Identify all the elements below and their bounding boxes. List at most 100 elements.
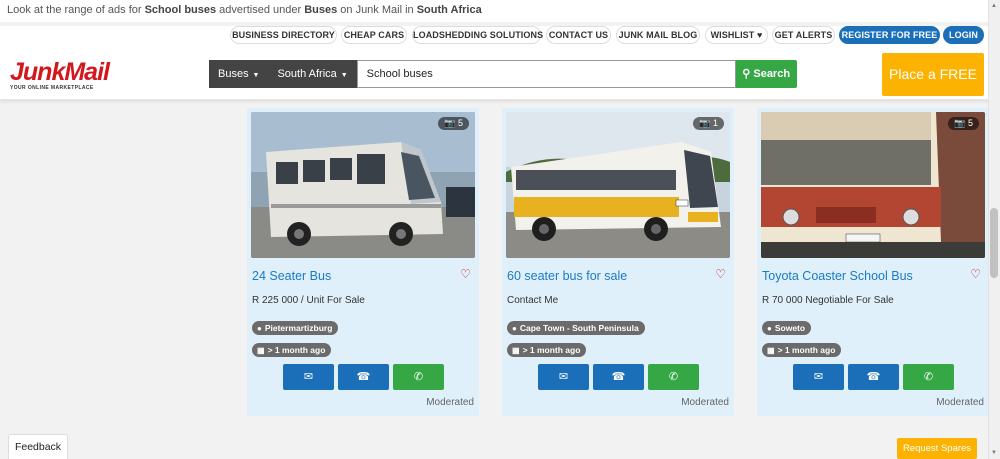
photo-count-badge: 📷 5 [948,117,979,130]
cheap-cars-link[interactable]: CHEAP CARS [341,26,407,44]
listing-photo[interactable]: 📷 5 [251,112,475,258]
junk-mail-blog-link[interactable]: JUNK MAIL BLOG [616,26,700,44]
whatsapp-button[interactable]: ✆ [648,364,699,390]
scroll-up-icon[interactable]: ▲ [990,3,998,9]
search-button-label: Search [753,68,791,80]
summary-query: School buses [144,4,217,16]
listing-card[interactable]: 📷 1 60 seater bus for sale ♡ Contact Me … [502,108,734,416]
heart-icon[interactable]: ♡ [715,267,726,281]
category-dropdown[interactable]: Buses ▼ [209,60,269,88]
location-badge: ● Cape Town - South Peninsula [507,321,645,335]
photo-count-badge: 📷 5 [438,117,469,130]
age-text: > 1 month ago [777,345,836,355]
search-bar: Buses ▼ South Africa ▼ School buses ⚲ Se… [209,60,797,88]
bus-image [251,112,475,258]
location-text: Soweto [774,323,806,333]
search-button[interactable]: ⚲ Search [735,60,797,88]
page-scrollbar[interactable]: ▲ ▼ [988,0,1000,459]
email-button[interactable]: ✉ [793,364,844,390]
age-text: > 1 month ago [267,345,326,355]
listing-title[interactable]: Toyota Coaster School Bus [762,269,913,283]
photo-count-badge: 📷 1 [693,117,724,130]
get-alerts-link[interactable]: GET ALERTS [772,26,835,44]
summary-region: South Africa [416,4,482,16]
calendar-icon: ▦ [257,346,265,355]
photo-count: 5 [967,118,973,128]
scroll-down-icon[interactable]: ▼ [990,450,998,456]
junkmail-logo[interactable]: JunkMail YOUR ONLINE MARKETPLACE [10,58,110,92]
whatsapp-icon: ✆ [668,371,679,383]
email-button[interactable]: ✉ [538,364,589,390]
scrollbar-thumb[interactable] [990,208,998,278]
feedback-button[interactable]: Feedback [8,434,68,459]
location-badge: ● Soweto [762,321,812,335]
register-button[interactable]: REGISTER FOR FREE [839,26,940,44]
location-text: Cape Town - South Peninsula [519,323,639,333]
listing-card[interactable]: 📷 5 24 Seater Bus ♡ R 225 000 / Unit For… [247,108,479,416]
moderated-label: Moderated [681,397,729,408]
summary-mid2: on Junk Mail in [337,4,417,16]
search-summary: Look at the range of ads for School buse… [0,0,1000,22]
summary-mid: advertised under [216,4,305,16]
wishlist-link[interactable]: WISHLIST ♥ [705,26,768,44]
moderated-label: Moderated [426,397,474,408]
heart-icon[interactable]: ♡ [970,267,981,281]
contact-actions: ✉ ☎ ✆ [793,364,954,390]
listing-title[interactable]: 60 seater bus for sale [507,269,627,283]
logo-tagline: YOUR ONLINE MARKETPLACE [10,85,94,91]
request-spares-button[interactable]: Request Spares [897,438,977,459]
logo-text: JunkMail [10,58,110,86]
contact-actions: ✉ ☎ ✆ [538,364,699,390]
region-dropdown[interactable]: South Africa ▼ [268,60,357,88]
contact-us-link[interactable]: CONTACT US [546,26,611,44]
email-button[interactable]: ✉ [283,364,334,390]
age-text: > 1 month ago [522,345,581,355]
login-button[interactable]: LOGIN [943,26,984,44]
age-badge: ▦ > 1 month ago [762,343,842,357]
whatsapp-button[interactable]: ✆ [903,364,954,390]
photo-count: 1 [712,118,718,128]
envelope-icon: ✉ [303,371,314,383]
listing-card[interactable]: 📷 5 Toyota Coaster School Bus ♡ R 70 000… [757,108,989,416]
call-button[interactable]: ☎ [338,364,389,390]
region-dropdown-label: South Africa [277,68,337,80]
bus-image [506,112,730,258]
listing-photo[interactable]: 📷 5 [761,112,985,258]
envelope-icon: ✉ [813,371,824,383]
summary-category: Buses [304,4,338,16]
listing-price: R 225 000 / Unit For Sale [252,295,365,306]
camera-icon: 📷 [444,118,456,128]
map-pin-icon: ● [257,324,262,333]
loadshedding-solutions-link[interactable]: LOADSHEDDING SOLUTIONS [412,26,543,44]
search-input[interactable]: School buses [356,60,736,88]
calendar-icon: ▦ [767,346,775,355]
whatsapp-icon: ✆ [413,371,424,383]
heart-icon[interactable]: ♡ [460,267,471,281]
camera-icon: 📷 [699,118,711,128]
listing-photo[interactable]: 📷 1 [506,112,730,258]
whatsapp-icon: ✆ [923,371,934,383]
chevron-down-icon: ▼ [250,72,260,79]
map-pin-icon: ● [512,324,517,333]
listing-title[interactable]: 24 Seater Bus [252,269,331,283]
place-free-ad-button[interactable]: Place a FREE Ad [882,53,984,125]
listing-price: R 70 000 Negotiable For Sale [762,295,894,306]
call-button[interactable]: ☎ [848,364,899,390]
photo-count: 5 [457,118,463,128]
site-header: JunkMail YOUR ONLINE MARKETPLACE Buses ▼… [0,48,1000,125]
calendar-icon: ▦ [512,346,520,355]
phone-icon: ☎ [611,371,626,383]
phone-icon: ☎ [356,371,371,383]
chevron-down-icon: ▼ [338,72,348,79]
listing-price: Contact Me [507,295,559,306]
call-button[interactable]: ☎ [593,364,644,390]
top-nav: BUSINESS DIRECTORY CHEAP CARS LOADSHEDDI… [0,26,1000,48]
business-directory-link[interactable]: BUSINESS DIRECTORY [230,26,337,44]
envelope-icon: ✉ [558,371,569,383]
search-icon: ⚲ [742,68,751,80]
category-dropdown-label: Buses [218,68,249,80]
whatsapp-button[interactable]: ✆ [393,364,444,390]
phone-icon: ☎ [866,371,881,383]
age-badge: ▦ > 1 month ago [507,343,587,357]
camera-icon: 📷 [954,118,966,128]
